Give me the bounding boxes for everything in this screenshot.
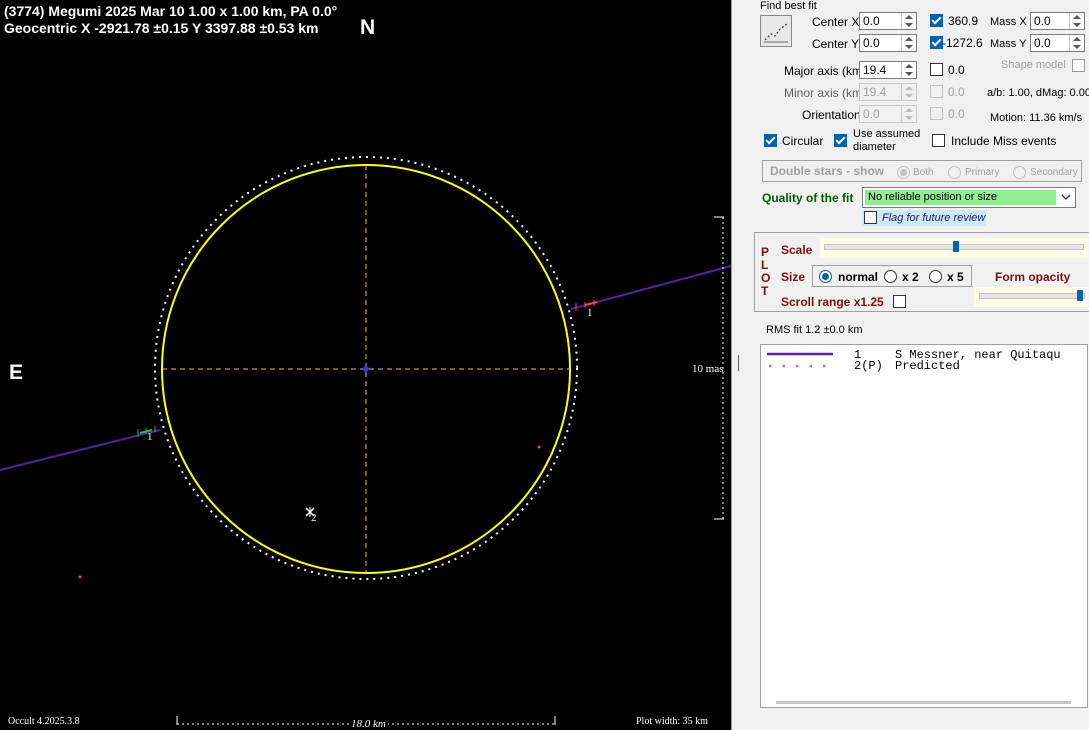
size-x2-radio[interactable] [884,270,897,283]
scroll-range-label: Scroll range x1.25 [781,295,884,309]
size-x2-label: x 2 [902,270,919,284]
flag-review-label: Flag for future review [882,212,986,224]
legend-num: 2(P) [854,359,883,373]
center-y-offset: -1272.6 [942,36,983,50]
chord-label-1-left: 1 [147,431,153,443]
mass-y-label: Mass Y [990,38,1027,50]
orientation-checkbox[interactable] [930,107,943,120]
control-panel: Find best fit Center X 0.0 360.9 Mass X … [731,0,1089,730]
scroll-range-checkbox[interactable] [893,295,906,308]
legend-panel: 1 S Messner, near Quitaqu 2(P) Predicted [760,344,1088,708]
center-x-label: Center X [812,15,860,29]
opacity-slider-track[interactable] [979,293,1085,299]
motion-readout: Motion: 11.36 km/s [990,112,1083,124]
include-miss-label: Include Miss events [951,134,1057,148]
center-marker [363,366,369,372]
plot-header-line2: Geocentric X -2921.78 ±0.15 Y 3397.88 ±0… [4,20,319,36]
size-label: Size [781,270,806,284]
double-secondary-radio[interactable] [1013,166,1026,179]
find-best-fit-title: Find best fit [760,0,817,12]
minor-axis-input[interactable]: 19.4 [859,83,917,101]
scale-slider-thumb[interactable] [952,241,959,252]
splitter-handle[interactable] [738,355,739,371]
center-x-input[interactable]: 0.0 [859,12,917,30]
plot-letter: T [761,284,769,298]
center-x-checkbox[interactable] [930,14,943,27]
center-x-offset: 360.9 [948,14,979,28]
legend-line-dotted [769,364,833,368]
double-primary-radio[interactable] [948,166,961,179]
form-opacity-label: Form opacity [995,270,1071,284]
east-label: E [9,361,24,384]
stray-point [537,445,541,449]
major-axis-checkbox[interactable] [930,63,943,76]
double-primary-label: Primary [965,167,1000,178]
mass-x-input[interactable]: 0.0 [1030,12,1085,30]
minor-axis-label: Minor axis (km) [784,86,867,100]
quality-selected-value: No reliable position or size [868,191,998,203]
size-normal-label: normal [838,270,879,284]
size-x5-radio[interactable] [929,270,942,283]
spin-arrows-icon[interactable] [901,13,916,29]
occultation-plot[interactable]: (3774) Megumi 2025 Mar 10 1.00 x 1.00 km… [0,0,731,730]
spin-arrows-icon[interactable] [1069,35,1084,51]
rms-fit-readout: RMS fit 1.2 ±0.0 km [766,324,863,336]
double-stars-title: Double stars - show [770,164,885,178]
fit-graph-icon [764,23,788,43]
major-axis-label: Major axis (km) [784,64,867,78]
orientation-label: Orientation [802,108,861,122]
double-secondary-label: Secondary [1030,167,1078,178]
shape-model-label: Shape model [1001,59,1066,71]
plot-header-line1: (3774) Megumi 2025 Mar 10 1.00 x 1.00 km… [4,3,338,19]
ab-dmag-readout: a/b: 1.00, dMag: 0.00 [987,87,1089,99]
double-both-radio[interactable] [897,166,910,179]
use-assumed-label-2: diameter [853,141,896,153]
legend-name: Predicted [895,359,960,373]
size-normal-radio[interactable] [819,270,832,283]
double-both-label: Both [913,167,934,178]
opacity-slider-thumb[interactable] [1076,290,1083,301]
orientation-fit: 0.0 [948,107,965,121]
find-best-fit-button[interactable] [760,15,792,47]
legend-scrollbar[interactable] [776,701,1071,704]
major-axis-input[interactable]: 19.4 [859,61,917,79]
circular-checkbox[interactable] [764,134,777,147]
use-assumed-diameter-checkbox[interactable] [834,134,847,147]
use-assumed-label-1: Use assumed [853,128,921,140]
plot-width-label: Plot width: 35 km [636,716,708,727]
spin-arrows-icon[interactable] [901,35,916,51]
circular-label: Circular [782,134,824,148]
center-y-input[interactable]: 0.0 [859,34,917,52]
include-miss-checkbox[interactable] [932,134,945,147]
spin-arrows-icon[interactable] [901,62,916,78]
size-x5-label: x 5 [947,270,964,284]
plot-vertical-label: P L O T [761,246,771,298]
mas-scale-label: 10 mas [692,363,724,375]
quality-label: Quality of the fit [762,191,854,205]
chord-label-1-right: 1 [587,307,593,319]
km-scale-label: 18.0 km [349,718,388,730]
minor-axis-fit: 0.0 [948,85,965,99]
point-label-2: 2 [311,512,317,524]
orientation-input[interactable]: 0.0 [859,105,917,123]
north-label: N [360,16,376,39]
version-label: Occult 4.2025.3.8 [8,716,80,727]
scale-label: Scale [781,243,813,257]
chord-line-left [0,429,161,471]
spin-arrows-icon[interactable] [1069,13,1084,29]
quality-dropdown[interactable]: No reliable position or size [862,187,1076,208]
spin-arrows-icon[interactable] [901,106,916,122]
legend-line-solid [767,352,833,356]
minor-axis-checkbox[interactable] [930,85,943,98]
center-y-label: Center Y [812,37,860,51]
plot-canvas [0,156,731,725]
chevron-down-icon [1061,194,1071,200]
mass-x-label: Mass X [990,16,1027,28]
mass-y-input[interactable]: 0.0 [1030,34,1085,52]
flag-review-checkbox[interactable] [864,211,877,224]
spin-arrows-icon[interactable] [901,84,916,100]
stray-point [78,575,82,579]
shape-model-checkbox[interactable] [1072,59,1085,72]
major-axis-fit: 0.0 [948,63,965,77]
